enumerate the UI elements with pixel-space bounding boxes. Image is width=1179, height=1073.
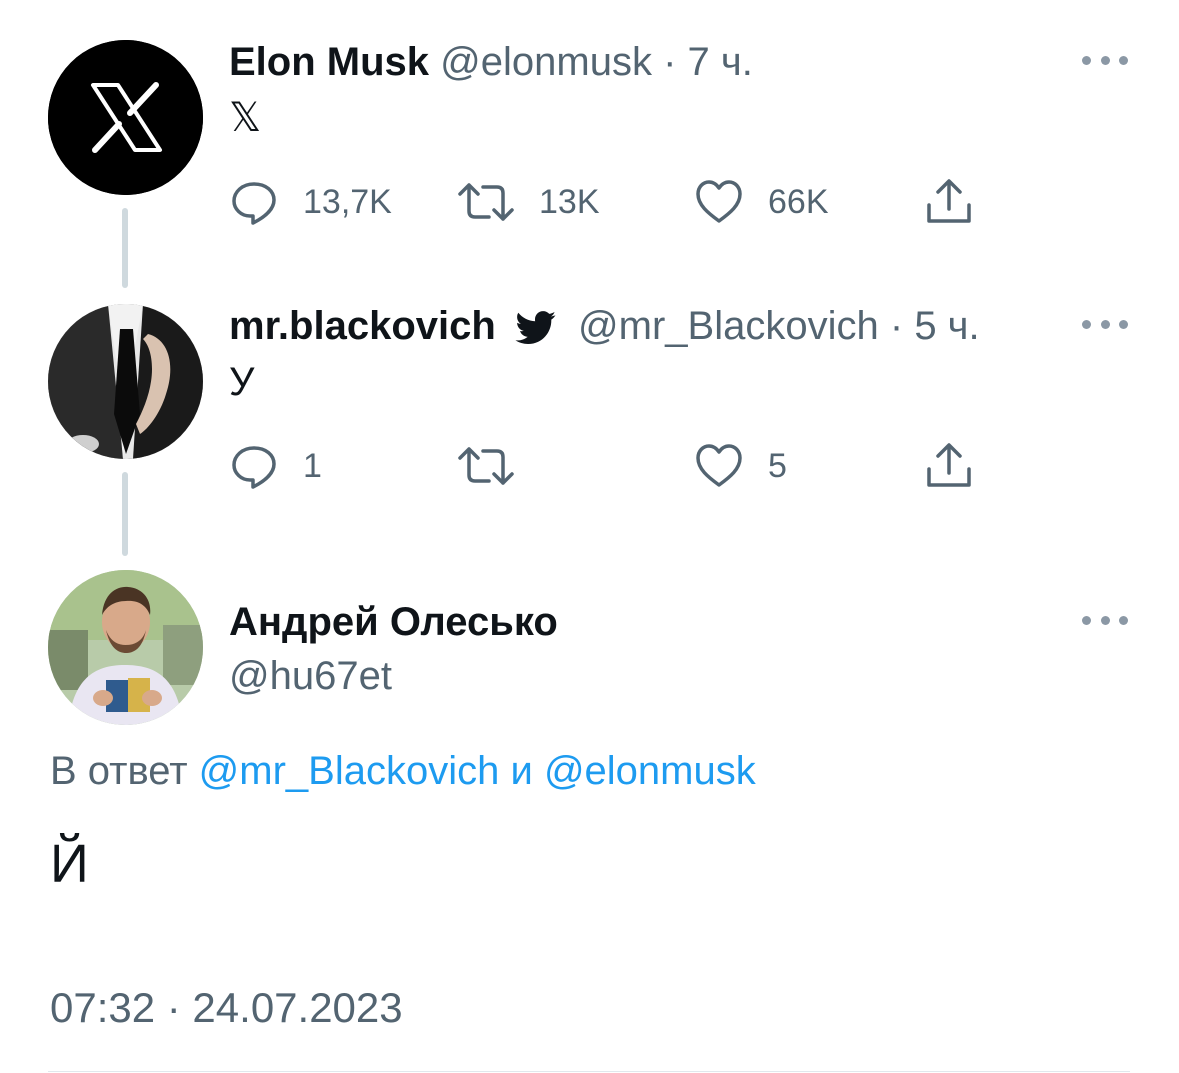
thread-connector (122, 208, 128, 288)
avatar-mr-blackovich[interactable] (48, 304, 203, 459)
avatar-photo-icon (48, 304, 203, 459)
verified-bird-icon (515, 311, 556, 345)
tweet-time[interactable]: 7 ч. (688, 40, 753, 84)
author-handle[interactable]: @hu67et (229, 654, 392, 698)
tweet-timestamp[interactable]: 07:32 · 24.07.2023 (50, 982, 403, 1034)
author-name[interactable]: Андрей Олесько (229, 600, 558, 644)
main-author-name[interactable]: Андрей Олесько (229, 598, 558, 646)
tweet-text: 𝕏 (229, 96, 262, 140)
tweet-actions: 13,7K 13K 66K (229, 177, 989, 227)
tweet-actions: 1 5 (229, 441, 989, 491)
separator-dot: · (663, 40, 677, 84)
reply-count: 1 (303, 446, 322, 485)
more-icon (1082, 615, 1091, 625)
more-icon (1082, 319, 1091, 329)
like-count: 66K (768, 182, 829, 221)
reply-icon (232, 446, 276, 489)
author-handle[interactable]: @mr_Blackovich (578, 304, 879, 348)
tweet-header: Elon Musk @elonmusk · 7 ч. (229, 38, 753, 86)
retweet-count: 13K (539, 182, 600, 221)
thread-connector (122, 472, 128, 556)
more-options-button[interactable] (1082, 614, 1128, 626)
share-button[interactable] (924, 441, 974, 491)
main-author-handle-row: @hu67et (229, 652, 392, 700)
share-button[interactable] (924, 177, 974, 227)
share-icon (927, 179, 971, 223)
more-options-button[interactable] (1082, 54, 1128, 66)
like-count: 5 (768, 446, 787, 485)
like-button[interactable]: 66K (694, 177, 829, 227)
mention-mr-blackovich[interactable]: @mr_Blackovich (199, 749, 500, 793)
reply-button[interactable]: 13,7K (229, 177, 392, 227)
more-options-button[interactable] (1082, 318, 1128, 330)
author-name[interactable]: Elon Musk (229, 40, 429, 84)
reply-button[interactable]: 1 (229, 441, 322, 491)
divider (48, 1071, 1130, 1072)
tweet-header: mr.blackovich @mr_Blackovich · 5 ч. (229, 302, 980, 350)
author-name[interactable]: mr.blackovich (229, 304, 496, 348)
reply-icon (232, 182, 276, 225)
like-icon (696, 444, 742, 487)
share-icon (927, 443, 971, 487)
x-logo-icon (48, 40, 203, 195)
retweet-button[interactable] (457, 441, 539, 491)
reply-context: В ответ @mr_Blackovich и @elonmusk (50, 746, 756, 796)
retweet-icon (458, 183, 514, 221)
mention-elonmusk[interactable]: @elonmusk (544, 749, 756, 793)
avatar-photo-icon (48, 570, 203, 725)
tweet-text: У (229, 360, 255, 404)
reply-count: 13,7K (303, 182, 392, 221)
more-icon (1082, 55, 1091, 65)
like-icon (696, 180, 742, 223)
retweet-button[interactable]: 13K (457, 177, 600, 227)
reply-prefix: В ответ (50, 749, 188, 793)
tweet-thread-page: Elon Musk @elonmusk · 7 ч. 𝕏 13,7K 13K 6… (0, 0, 1179, 1073)
avatar-elon-musk[interactable] (48, 40, 203, 195)
main-tweet-text: Й (50, 834, 89, 894)
separator-dot: · (889, 304, 904, 348)
author-handle[interactable]: @elonmusk (440, 40, 652, 84)
retweet-icon (458, 447, 514, 485)
tweet-time[interactable]: 5 ч. (914, 304, 979, 348)
avatar-andrey-olesko[interactable] (48, 570, 203, 725)
reply-conjunction: и (510, 749, 533, 793)
like-button[interactable]: 5 (694, 441, 787, 491)
